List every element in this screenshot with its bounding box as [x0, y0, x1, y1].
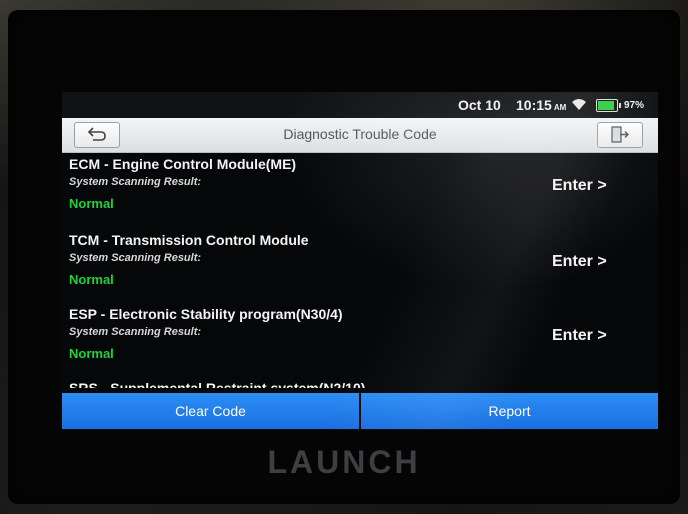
status-bar: Oct 10 10:15 AM 97%: [62, 92, 658, 118]
status-ampm: AM: [553, 103, 567, 112]
enter-button[interactable]: Enter >: [552, 177, 607, 195]
module-name: ECM - Engine Control Module(ME): [69, 156, 297, 172]
module-row-srs[interactable]: SRS - Supplemental Restraint system(N2/1…: [62, 374, 658, 388]
status-time-value: 10:15: [516, 97, 552, 113]
module-name: ESP - Electronic Stability program(N30/4…: [69, 306, 343, 322]
status-badge: Normal: [69, 196, 114, 211]
module-list: ECM - Engine Control Module(ME) System S…: [62, 152, 658, 388]
device-screen: Oct 10 10:15 AM 97% Diagnostic Trouble Co…: [62, 92, 658, 430]
battery-percent: 97%: [624, 100, 645, 111]
enter-button[interactable]: Enter >: [552, 253, 607, 271]
wifi-icon: [571, 98, 587, 116]
page-title: Diagnostic Trouble Code: [283, 126, 437, 142]
exit-button[interactable]: [597, 122, 643, 148]
exit-icon: [611, 126, 629, 143]
battery-tip: [619, 103, 621, 108]
title-bar: Diagnostic Trouble Code: [62, 118, 658, 153]
status-date: Oct 10: [458, 97, 501, 113]
module-name: SRS - Supplemental Restraint system(N2/1…: [69, 380, 366, 388]
battery-icon: [596, 99, 621, 112]
status-badge: Normal: [69, 272, 114, 287]
module-name: TCM - Transmission Control Module: [69, 232, 309, 248]
scan-result-label: System Scanning Result:: [69, 176, 202, 188]
module-row-tcm[interactable]: TCM - Transmission Control Module System…: [62, 228, 658, 304]
enter-button[interactable]: Enter >: [552, 327, 607, 345]
brand-logo: LAUNCH: [267, 444, 421, 480]
status-time: 10:15 AM: [516, 97, 566, 113]
clear-code-button[interactable]: Clear Code: [62, 393, 359, 429]
module-row-esp[interactable]: ESP - Electronic Stability program(N30/4…: [62, 302, 658, 378]
status-badge: Normal: [69, 346, 114, 361]
action-bar: Clear Code Report: [62, 393, 658, 429]
report-button[interactable]: Report: [361, 393, 658, 429]
scan-result-label: System Scanning Result:: [69, 252, 202, 264]
scan-result-label: System Scanning Result:: [69, 326, 202, 338]
module-row-ecm[interactable]: ECM - Engine Control Module(ME) System S…: [62, 152, 658, 228]
battery-fill: [598, 101, 614, 110]
